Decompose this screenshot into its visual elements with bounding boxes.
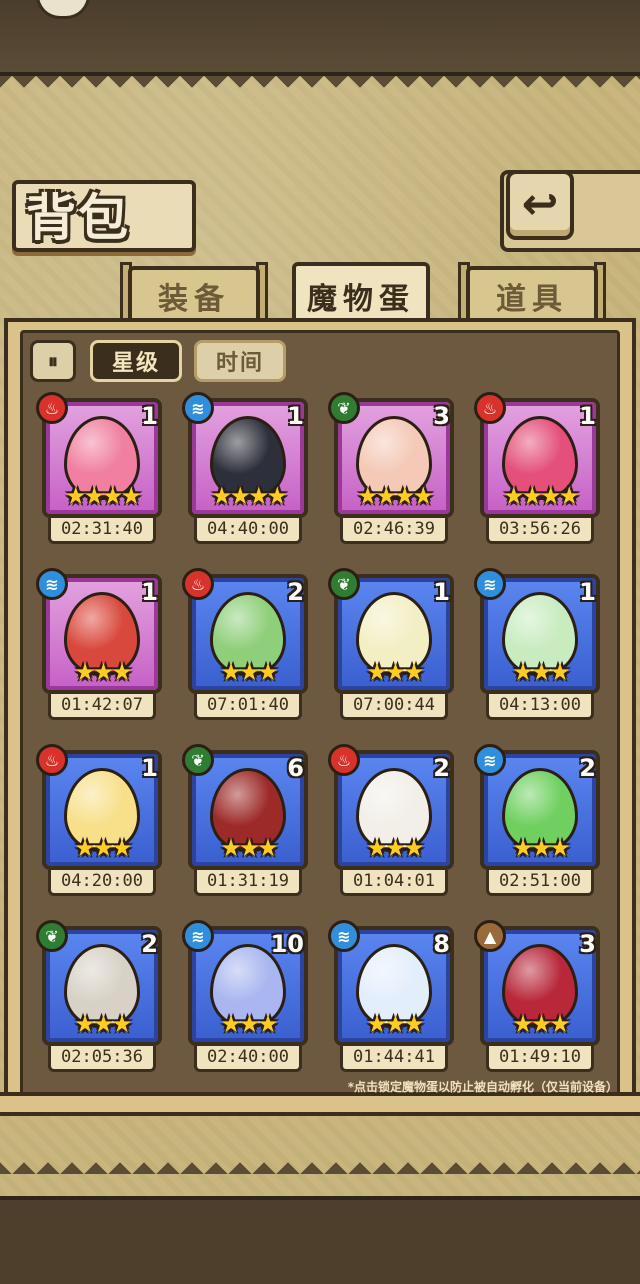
egg-count: 1	[287, 402, 304, 430]
egg-count: 2	[433, 754, 450, 782]
fire-element-icon: ♨	[36, 744, 68, 776]
hatch-timer: 04:13:00	[486, 694, 594, 720]
hatch-timer: 07:00:44	[340, 694, 448, 720]
egg-card[interactable]: ♨ 2 ★★★ 01:04:01	[328, 744, 454, 900]
egg-count: 1	[141, 402, 158, 430]
egg-card[interactable]: ≋ 2 ★★★ 02:51:00	[474, 744, 600, 900]
egg-count: 2	[287, 578, 304, 606]
egg-count: 8	[433, 930, 450, 958]
egg-count: 2	[141, 930, 158, 958]
egg-card[interactable]: ≋ 10 ★★★ 02:40:00	[182, 920, 308, 1076]
hatch-timer: 01:44:41	[340, 1046, 448, 1072]
egg-card[interactable]: ♨ 1 ★★★★ 03:56:26	[474, 392, 600, 548]
fire-element-icon: ♨	[182, 568, 214, 600]
egg-count: 10	[270, 930, 304, 958]
water-element-icon: ≋	[36, 568, 68, 600]
egg-card[interactable]: ❦ 3 ★★★★ 02:46:39	[328, 392, 454, 548]
egg-card[interactable]: ❦ 6 ★★★ 01:31:19	[182, 744, 308, 900]
back-button[interactable]: ↩	[506, 170, 574, 240]
egg-count: 3	[433, 402, 450, 430]
tab-items[interactable]: 道具	[466, 266, 598, 322]
menu-corner-button[interactable]	[36, 0, 90, 19]
torn-edge-top	[0, 76, 640, 96]
egg-card[interactable]: ≋ 8 ★★★ 01:44:41	[328, 920, 454, 1076]
water-element-icon: ≋	[474, 744, 506, 776]
egg-count: 1	[141, 754, 158, 782]
egg-card[interactable]: ≋ 1 ★★★ 04:13:00	[474, 568, 600, 724]
star-rating: ★★★	[74, 658, 133, 686]
star-rating: ★★★	[512, 834, 571, 862]
hatch-timer: 02:51:00	[486, 870, 594, 896]
page-title: 背包	[26, 189, 130, 247]
egg-card[interactable]: ▲ 3 ★★★ 01:49:10	[474, 920, 600, 1076]
egg-count: 6	[287, 754, 304, 782]
egg-count: 1	[579, 402, 596, 430]
sort-by-star-button[interactable]: 星级	[90, 340, 182, 382]
wood-element-icon: ❦	[36, 920, 68, 952]
egg-card[interactable]: ≋ 1 ★★★ 01:42:07	[36, 568, 162, 724]
hatch-timer: 03:56:26	[486, 518, 594, 544]
star-rating: ★★★	[366, 834, 425, 862]
water-element-icon: ≋	[182, 920, 214, 952]
star-rating: ★★★	[74, 834, 133, 862]
hatch-timer: 04:20:00	[48, 870, 156, 896]
sort-by-time-button[interactable]: 时间	[194, 340, 286, 382]
star-rating: ★★★★	[64, 482, 142, 510]
hatch-timer: 01:31:19	[194, 870, 302, 896]
star-rating: ★★★★	[502, 482, 580, 510]
hatch-timer: 02:40:00	[194, 1046, 302, 1072]
hatch-timer: 02:31:40	[48, 518, 156, 544]
tab-equipment[interactable]: 装备	[128, 266, 260, 322]
hatch-timer: 01:49:10	[486, 1046, 594, 1072]
earth-element-icon: ▲	[474, 920, 506, 952]
star-rating: ★★★	[512, 658, 571, 686]
star-rating: ★★★	[366, 1010, 425, 1038]
lock-hint: *点击锁定魔物蛋以防止被自动孵化（仅当前设备）	[347, 1080, 618, 1094]
star-rating: ★★★	[220, 658, 279, 686]
tab-monster-eggs[interactable]: 魔物蛋	[292, 262, 430, 326]
water-element-icon: ≋	[328, 920, 360, 952]
egg-card[interactable]: ♨ 1 ★★★ 04:20:00	[36, 744, 162, 900]
hatch-timer: 02:05:36	[48, 1046, 156, 1072]
hatch-timer: 04:40:00	[194, 518, 302, 544]
star-rating: ★★★★	[356, 482, 434, 510]
fire-element-icon: ♨	[474, 392, 506, 424]
egg-count: 1	[579, 578, 596, 606]
torn-edge-bottom	[0, 1150, 640, 1174]
egg-count: 1	[141, 578, 158, 606]
egg-count: 3	[579, 930, 596, 958]
star-rating: ★★★	[74, 1010, 133, 1038]
hatch-timer: 01:42:07	[48, 694, 156, 720]
star-rating: ★★★	[220, 834, 279, 862]
wood-element-icon: ❦	[182, 744, 214, 776]
hatch-timer: 01:04:01	[340, 870, 448, 896]
star-rating: ★★★	[512, 1010, 571, 1038]
back-arrow-icon: ↩	[521, 179, 559, 230]
egg-card[interactable]: ♨ 1 ★★★★ 02:31:40	[36, 392, 162, 548]
star-rating: ★★★★	[210, 482, 288, 510]
wood-element-icon: ❦	[328, 392, 360, 424]
sort-order-toggle[interactable]: ⏸	[30, 340, 76, 382]
egg-card[interactable]: ❦ 1 ★★★ 07:00:44	[328, 568, 454, 724]
egg-count: 1	[433, 578, 450, 606]
egg-card[interactable]: ♨ 2 ★★★ 07:01:40	[182, 568, 308, 724]
star-rating: ★★★	[366, 658, 425, 686]
water-element-icon: ≋	[182, 392, 214, 424]
top-bar	[0, 0, 640, 76]
wood-element-icon: ❦	[328, 568, 360, 600]
egg-card[interactable]: ❦ 2 ★★★ 02:05:36	[36, 920, 162, 1076]
bottom-bar	[0, 1196, 640, 1284]
panel-floor	[0, 1092, 640, 1116]
fire-element-icon: ♨	[328, 744, 360, 776]
fire-element-icon: ♨	[36, 392, 68, 424]
hatch-timer: 02:46:39	[340, 518, 448, 544]
egg-count: 2	[579, 754, 596, 782]
water-element-icon: ≋	[474, 568, 506, 600]
egg-card[interactable]: ≋ 1 ★★★★ 04:40:00	[182, 392, 308, 548]
hatch-timer: 07:01:40	[194, 694, 302, 720]
star-rating: ★★★	[220, 1010, 279, 1038]
